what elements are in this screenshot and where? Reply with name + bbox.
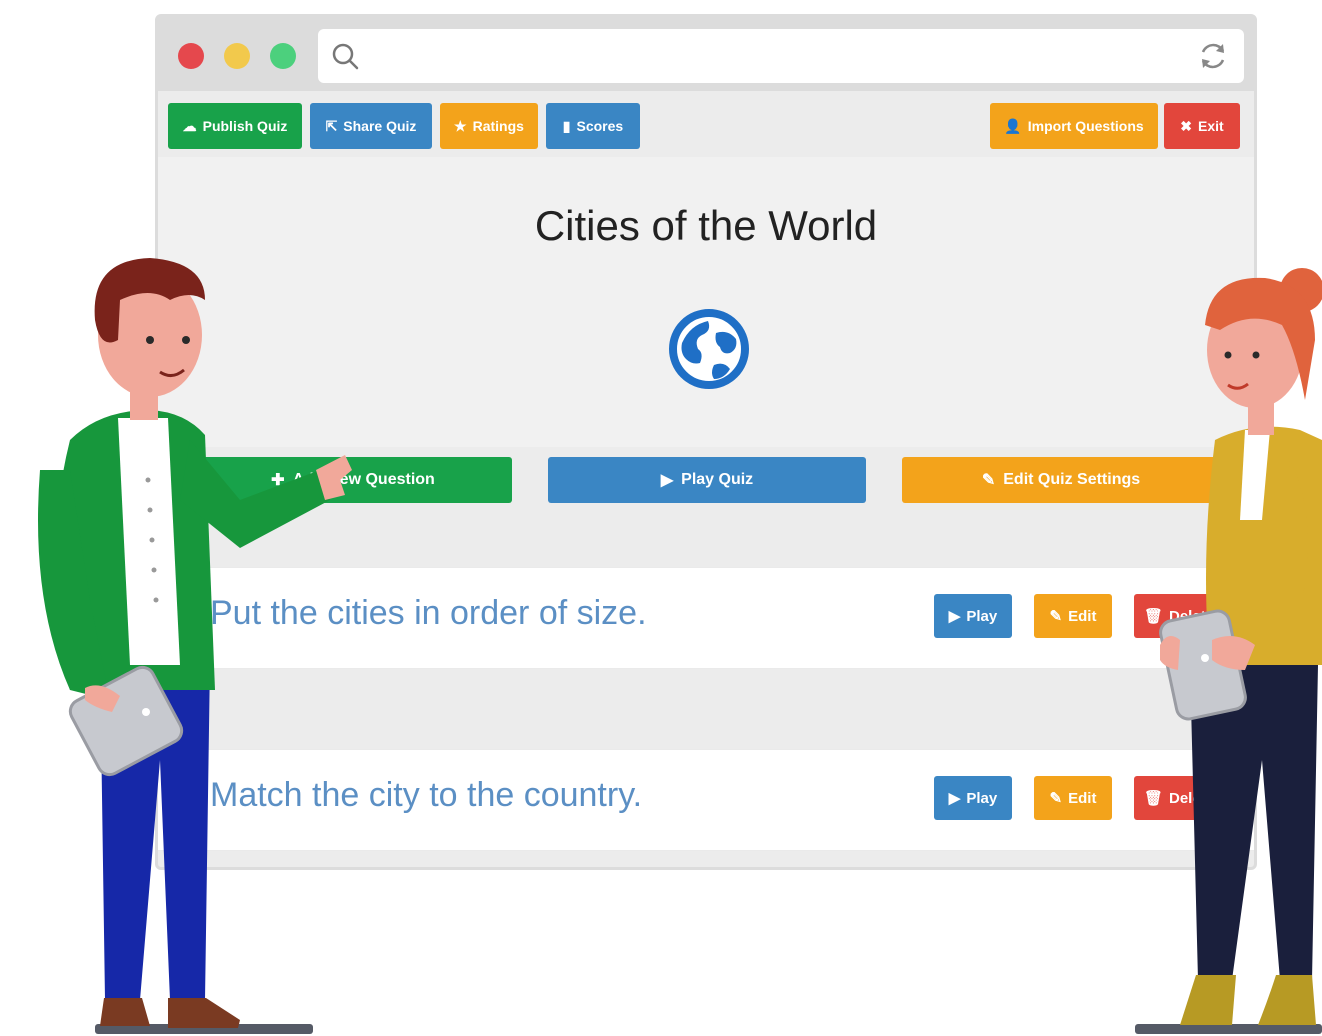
question-text: Match the city to the country. <box>210 776 643 814</box>
add-question-button[interactable]: ✚ Add New Question <box>194 457 512 503</box>
edit-icon: ✎ <box>1049 790 1063 807</box>
user-icon: 👤 <box>1004 117 1022 134</box>
publish-quiz-button[interactable]: ☁ Publish Quiz <box>168 103 302 149</box>
edit-question-button[interactable]: ✎ Edit <box>1034 776 1112 820</box>
question-text: Put the cities in order of size. <box>210 594 647 632</box>
scores-button[interactable]: ▮ Scores <box>546 103 640 149</box>
star-icon: ★ <box>454 117 467 134</box>
delete-question-button[interactable]: 🗑 Delete <box>1134 776 1224 820</box>
question-row: Put the cities in order of size. ▶ Play … <box>158 567 1254 669</box>
browser-chrome <box>158 17 1254 91</box>
trash-icon: 🗑 <box>1143 790 1163 807</box>
play-icon: ▶ <box>948 608 961 625</box>
play-icon: ▶ <box>948 790 961 807</box>
quiz-header-area <box>158 157 1254 447</box>
quiz-toolbar: ☁ Publish Quiz ⇱ Share Quiz ★ Ratings ▮ … <box>168 103 1240 149</box>
browser-window: ☁ Publish Quiz ⇱ Share Quiz ★ Ratings ▮ … <box>155 14 1257 870</box>
question-row: Match the city to the country. ▶ Play ✎ … <box>158 749 1254 851</box>
bar-chart-icon: ▮ <box>562 117 571 134</box>
close-window-dot[interactable] <box>178 43 204 69</box>
edit-question-button[interactable]: ✎ Edit <box>1034 594 1112 638</box>
search-icon <box>332 43 359 70</box>
maximize-window-dot[interactable] <box>270 43 296 69</box>
edit-icon: ✎ <box>1049 608 1063 625</box>
share-icon: ⇱ <box>325 117 338 134</box>
edit-icon: ✎ <box>981 472 996 489</box>
trash-icon: 🗑 <box>1143 608 1163 625</box>
ratings-button[interactable]: ★ Ratings <box>440 103 538 149</box>
quiz-title: Cities of the World <box>534 202 878 249</box>
exit-button[interactable]: ✖ Exit <box>1164 103 1240 149</box>
cloud-upload-icon: ☁ <box>182 117 197 134</box>
edit-quiz-settings-button[interactable]: ✎ Edit Quiz Settings <box>902 457 1220 503</box>
play-quiz-button[interactable]: ▶ Play Quiz <box>548 457 866 503</box>
play-icon: ▶ <box>660 472 674 489</box>
play-question-button[interactable]: ▶ Play <box>934 594 1012 638</box>
delete-question-button[interactable]: 🗑 Delete <box>1134 594 1224 638</box>
globe-icon <box>669 309 749 389</box>
refresh-icon[interactable] <box>1196 39 1230 73</box>
address-bar[interactable] <box>318 29 1244 83</box>
minimize-window-dot[interactable] <box>224 43 250 69</box>
plus-icon: ✚ <box>271 472 285 489</box>
import-questions-button[interactable]: 👤 Import Questions <box>990 103 1158 149</box>
share-quiz-button[interactable]: ⇱ Share Quiz <box>310 103 432 149</box>
play-question-button[interactable]: ▶ Play <box>934 776 1012 820</box>
close-icon: ✖ <box>1180 117 1193 134</box>
